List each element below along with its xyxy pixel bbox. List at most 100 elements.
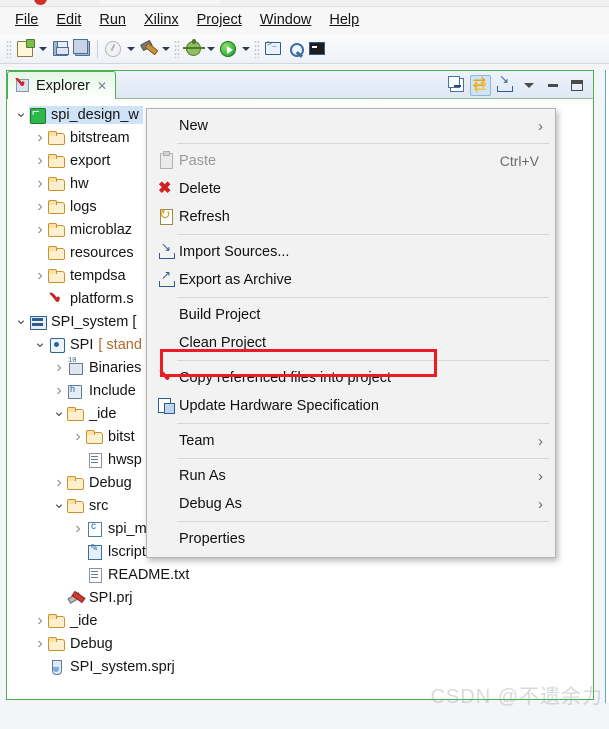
sprj-file-icon: [48, 659, 65, 675]
close-icon[interactable]: ✕: [97, 79, 107, 93]
chevron-right-icon[interactable]: [51, 382, 67, 400]
context-menu-item[interactable]: Delete: [147, 175, 555, 203]
context-menu-item-label: Team: [179, 433, 215, 449]
import-button[interactable]: [494, 72, 515, 96]
menu-xilinx[interactable]: Xilinx: [135, 9, 188, 32]
terminal-button[interactable]: [262, 38, 284, 60]
minimize-button[interactable]: [542, 75, 563, 96]
context-menu-item[interactable]: Properties: [147, 525, 555, 553]
context-menu-item[interactable]: Debug As ›: [147, 490, 555, 518]
context-menu-item[interactable]: Run As ›: [147, 462, 555, 490]
menu-file[interactable]: File: [6, 9, 47, 32]
tree-item-content: SPI.prj: [67, 589, 137, 607]
context-menu-item[interactable]: Copy referenced files into project: [147, 364, 555, 392]
tree-item-content: resources: [48, 244, 138, 262]
run-icon: [220, 40, 236, 57]
menu-project-label: Project: [196, 12, 242, 28]
chevron-down-icon[interactable]: [51, 497, 67, 515]
update-hardware-icon: [155, 397, 179, 415]
menu-project[interactable]: Project: [188, 9, 251, 32]
folder-icon: [48, 130, 65, 146]
context-menu-item[interactable]: Refresh: [147, 203, 555, 231]
chevron-right-icon[interactable]: [32, 612, 48, 630]
chevron-right-icon[interactable]: [51, 359, 67, 377]
tree-item[interactable]: Debug: [7, 632, 593, 655]
chevron-right-icon[interactable]: [32, 221, 48, 239]
folder-icon: [67, 406, 84, 422]
chevron-right-icon[interactable]: [32, 175, 48, 193]
maximize-button[interactable]: [566, 75, 587, 96]
context-menu-item-label: Build Project: [179, 307, 261, 323]
save-button[interactable]: [49, 38, 71, 60]
chevron-right-icon[interactable]: [32, 198, 48, 216]
tree-item-label: platform.s: [70, 290, 134, 307]
system-project-icon: [29, 314, 47, 330]
delete-icon: [155, 178, 179, 198]
chevron-right-icon[interactable]: [70, 428, 86, 446]
menu-run-label: Run: [99, 12, 126, 28]
toolbar-grip-3[interactable]: [254, 39, 260, 58]
import-icon: [497, 72, 513, 92]
c-file-icon: [86, 521, 103, 537]
context-menu-item[interactable]: Update Hardware Specification: [147, 392, 555, 420]
tree-item-label: spi_design_w: [51, 106, 139, 123]
menu-run[interactable]: Run: [90, 9, 135, 32]
tree-item-content: Binaries: [67, 357, 145, 377]
debug-button[interactable]: [182, 38, 205, 60]
tree-item-label: SPI: [70, 336, 94, 353]
build-dropdown[interactable]: [159, 38, 172, 60]
plug-button[interactable]: [284, 38, 306, 60]
chevron-right-icon[interactable]: [32, 267, 48, 285]
chevron-right-icon[interactable]: [51, 474, 67, 492]
context-menu-item-label: Import Sources...: [179, 244, 290, 260]
context-menu-item-label: Delete: [179, 181, 221, 197]
chevron-down-icon[interactable]: [32, 336, 48, 354]
tab-explorer[interactable]: Explorer ✕: [7, 71, 117, 99]
chevron-down-icon[interactable]: [13, 106, 29, 124]
text-file-icon: [86, 567, 103, 583]
collapse-all-button[interactable]: [446, 75, 467, 96]
chevron-down-icon[interactable]: [13, 313, 29, 331]
run-dropdown[interactable]: [239, 38, 252, 60]
context-menu[interactable]: New › Paste Ctrl+V Delete Refresh Import Sourc…: [146, 108, 556, 558]
context-menu-item[interactable]: Export as Archive: [147, 266, 555, 294]
console-button[interactable]: [306, 38, 328, 60]
context-menu-item-label: Export as Archive: [179, 272, 292, 288]
run-button[interactable]: [217, 38, 239, 60]
tree-item-content: bitst: [86, 428, 139, 446]
build-button[interactable]: [137, 38, 159, 60]
chevron-right-icon[interactable]: [32, 129, 48, 147]
new-file-dropdown[interactable]: [36, 38, 49, 60]
tree-item-label: _ide: [89, 405, 117, 422]
tree-item-content: _ide: [67, 405, 120, 423]
tree-item-label: microblaz: [70, 221, 133, 238]
toolbar-grip[interactable]: [6, 39, 12, 58]
new-file-button[interactable]: [14, 38, 36, 60]
link-with-editor-button[interactable]: [470, 73, 491, 97]
tree-item[interactable]: README.txt: [7, 563, 593, 586]
context-menu-item[interactable]: Build Project: [147, 301, 555, 329]
debug-dropdown[interactable]: [204, 38, 217, 60]
tree-item[interactable]: _ide: [7, 609, 593, 632]
menu-edit[interactable]: Edit: [47, 9, 90, 32]
chevron-right-icon[interactable]: [32, 635, 48, 653]
disabled-tool-dropdown[interactable]: [124, 38, 137, 60]
tree-item-content: microblaz: [48, 221, 136, 239]
chevron-down-icon[interactable]: [51, 405, 67, 423]
tree-item-label: README.txt: [108, 566, 190, 583]
explorer-tab-row: Explorer ✕: [7, 71, 593, 99]
save-all-button[interactable]: [71, 38, 93, 60]
toolbar-grip-2[interactable]: [174, 39, 180, 58]
menu-help[interactable]: Help: [320, 9, 368, 32]
context-menu-item[interactable]: Import Sources...: [147, 238, 555, 266]
chevron-right-icon[interactable]: [32, 152, 48, 170]
menu-window[interactable]: Window: [251, 9, 321, 32]
context-menu-item[interactable]: New ›: [147, 112, 555, 140]
tree-item[interactable]: SPI_system.sprj: [7, 655, 593, 678]
context-menu-item[interactable]: Clean Project: [147, 329, 555, 357]
tree-item-label: SPI.prj: [89, 589, 133, 606]
context-menu-item[interactable]: Team ›: [147, 427, 555, 455]
chevron-right-icon[interactable]: [70, 520, 86, 538]
tree-item[interactable]: SPI.prj: [7, 586, 593, 609]
view-menu-button[interactable]: [518, 75, 539, 96]
